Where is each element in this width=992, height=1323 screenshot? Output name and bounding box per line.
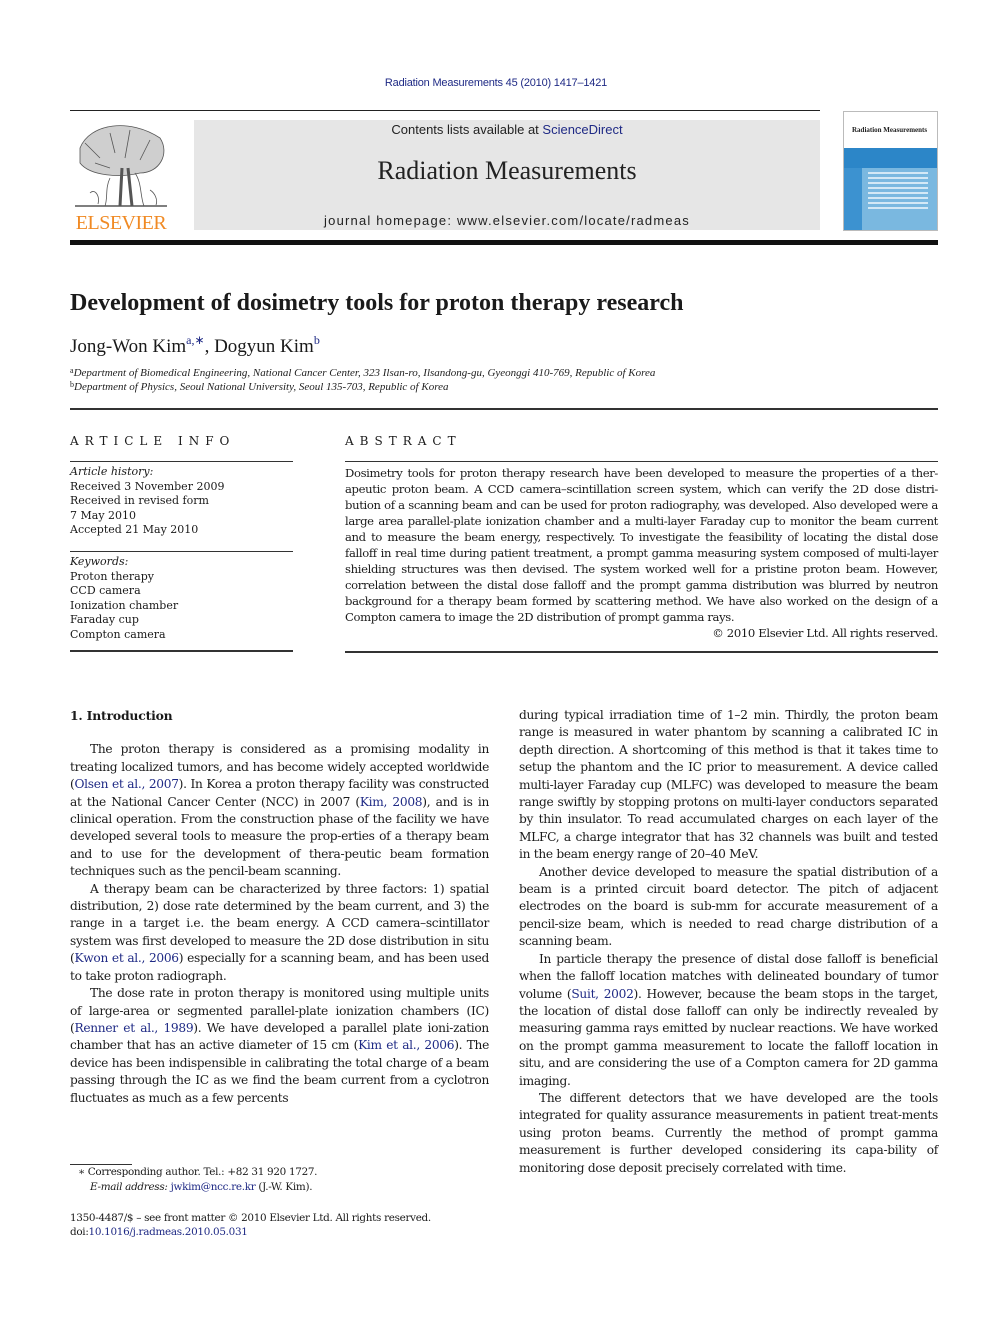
body-paragraph: The dose rate in proton therapy is monit… — [70, 985, 489, 1107]
abstract-heading: ABSTRACT — [345, 434, 462, 448]
contents-line: Contents lists available at ScienceDirec… — [194, 122, 820, 137]
elsevier-wordmark: ELSEVIER — [75, 212, 167, 234]
email-label: E-mail address: — [90, 1181, 171, 1193]
keyword-item[interactable]: CCD camera — [70, 584, 293, 599]
body-paragraph: The proton therapy is considered as a pr… — [70, 741, 489, 880]
author-name[interactable]: Dogyun Kim — [214, 336, 314, 357]
body-paragraph: Another device developed to measure the … — [519, 864, 938, 951]
abstract-copyright: © 2010 Elsevier Ltd. All rights reserved… — [712, 626, 938, 640]
author-affiliation-mark[interactable]: b — [314, 333, 320, 347]
homepage-prefix: journal homepage: — [324, 213, 457, 228]
reference-link[interactable]: Kwon et al., 2006 — [74, 951, 179, 965]
email-suffix: (J.-W. Kim). — [255, 1181, 313, 1193]
section-heading: 1. Introduction — [70, 708, 173, 723]
keywords-label: Keywords: — [70, 555, 129, 568]
header-bottom-rule — [70, 240, 938, 245]
corresponding-author-footnote: ∗ Corresponding author. Tel.: +82 31 920… — [78, 1165, 318, 1180]
body-column-right: during typical irradiation time of 1–2 m… — [519, 707, 938, 1177]
body-paragraph: In particle therapy the presence of dist… — [519, 951, 938, 1090]
paragraph-text: ). However, because the beam stops in th… — [519, 986, 938, 1088]
doi-link[interactable]: 10.1016/j.radmeas.2010.05.031 — [89, 1226, 248, 1238]
sciencedirect-link[interactable]: ScienceDirect — [542, 122, 622, 137]
author-name[interactable]: Jong-Won Kim — [70, 336, 186, 357]
article-info-rule — [70, 650, 293, 652]
abstract-rule — [345, 461, 938, 462]
author-list: Jong-Won Kima,∗, Dogyun Kimb — [70, 333, 320, 358]
history-item: Accepted 21 May 2010 — [70, 523, 199, 536]
paragraph-text: during typical irradiation time of 1–2 m… — [519, 708, 938, 862]
header-top-rule — [70, 110, 820, 111]
affiliation-text: Department of Biomedical Engineering, Na… — [73, 367, 656, 379]
contents-prefix: Contents lists available at — [391, 122, 543, 137]
article-history: Article history: Received 3 November 200… — [70, 465, 293, 538]
article-info-heading: ARTICLE INFO — [70, 434, 236, 448]
history-item: Received 3 November 2009 — [70, 479, 225, 493]
body-paragraph: during typical irradiation time of 1–2 m… — [519, 707, 938, 864]
history-item: 7 May 2010 — [70, 508, 137, 522]
cover-contents-lines — [868, 172, 928, 212]
doi-line: doi:10.1016/j.radmeas.2010.05.031 — [70, 1225, 248, 1240]
affiliation-text: Department of Physics, Seoul National Un… — [74, 381, 449, 393]
article-info-rule — [70, 461, 293, 462]
body-paragraph: The different detectors that we have dev… — [519, 1090, 938, 1177]
article-title: Development of dosimetry tools for proto… — [70, 290, 684, 316]
body-column-left: 1. Introduction The proton therapy is co… — [70, 707, 489, 1107]
homepage-line: journal homepage: www.elsevier.com/locat… — [194, 213, 820, 228]
cover-title: Radiation Measurements — [852, 126, 928, 134]
keyword-item[interactable]: Proton therapy — [70, 570, 293, 585]
keyword-item[interactable]: Compton camera — [70, 628, 293, 643]
article-history-label: Article history: — [70, 465, 154, 478]
journal-cover-thumbnail[interactable]: Radiation Measurements — [843, 111, 938, 231]
author-separator: , — [204, 336, 215, 357]
reference-link[interactable]: Kim, 2008 — [360, 795, 423, 809]
email-footnote: E-mail address: jwkim@ncc.re.kr (J.-W. K… — [90, 1180, 313, 1195]
title-rule — [70, 408, 938, 410]
affiliation: aDepartment of Biomedical Engineering, N… — [70, 366, 655, 379]
body-paragraph: A therapy beam can be characterized by t… — [70, 881, 489, 985]
keyword-item[interactable]: Faraday cup — [70, 613, 293, 628]
cover-sidebar — [844, 168, 862, 230]
keyword-item[interactable]: Ionization chamber — [70, 599, 293, 614]
author-affiliation-mark[interactable]: a,∗ — [186, 333, 204, 347]
affiliation: bDepartment of Physics, Seoul National U… — [70, 380, 448, 393]
journal-citation[interactable]: Radiation Measurements 45 (2010) 1417–14… — [0, 77, 992, 89]
front-matter-line: 1350-4487/$ – see front matter © 2010 El… — [70, 1212, 431, 1224]
cover-band — [844, 148, 937, 168]
reference-link[interactable]: Kim et al., 2006 — [358, 1038, 454, 1052]
abstract: Dosimetry tools for proton therapy resea… — [345, 465, 938, 641]
footnote-text: Corresponding author. Tel.: +82 31 920 1… — [84, 1166, 318, 1178]
reference-link[interactable]: Suit, 2002 — [571, 987, 633, 1001]
doi-label: doi: — [70, 1226, 89, 1238]
footnote-mark: ∗ — [78, 1166, 85, 1178]
left-paragraphs: The proton therapy is considered as a pr… — [70, 741, 489, 1107]
right-paragraphs: during typical irradiation time of 1–2 m… — [519, 707, 938, 1177]
reference-link[interactable]: Olsen et al., 2007 — [74, 777, 178, 791]
paragraph-text: Another device developed to measure the … — [519, 864, 938, 949]
journal-name: Radiation Measurements — [377, 156, 637, 185]
paragraph-text: The different detectors that we have dev… — [519, 1090, 938, 1175]
journal-banner: Contents lists available at ScienceDirec… — [194, 120, 820, 230]
email-link[interactable]: jwkim@ncc.re.kr — [171, 1181, 256, 1193]
article-info-rule — [70, 551, 293, 552]
keywords: Keywords: Proton therapy CCD camera Ioni… — [70, 555, 293, 642]
history-item: Received in revised form — [70, 494, 209, 507]
reference-link[interactable]: Renner et al., 1989 — [74, 1021, 193, 1035]
homepage-link[interactable]: www.elsevier.com/locate/radmeas — [457, 213, 690, 228]
abstract-body: Dosimetry tools for proton therapy resea… — [345, 466, 938, 624]
abstract-rule — [345, 651, 938, 653]
